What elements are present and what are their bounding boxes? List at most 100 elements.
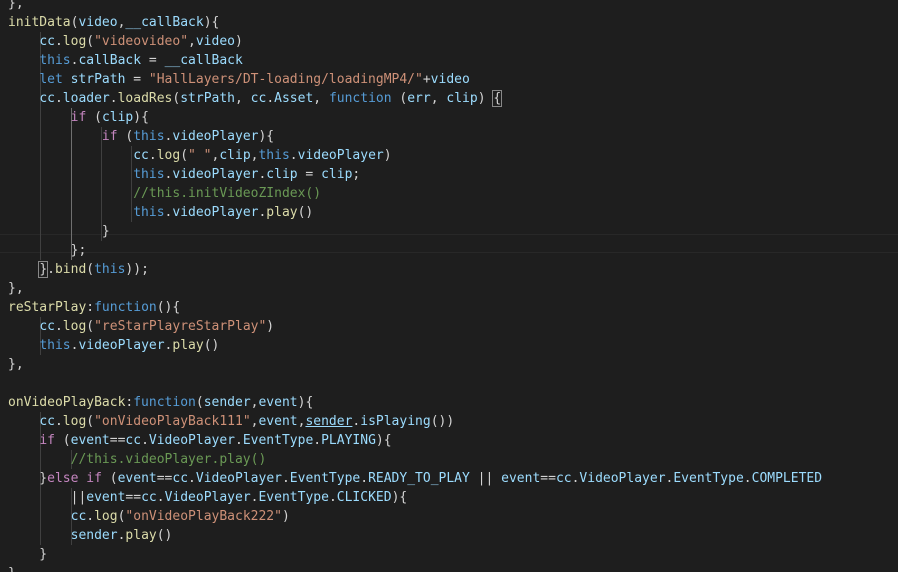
- code-token: .: [743, 471, 752, 486]
- code-line[interactable]: this.videoPlayer.play(): [8, 336, 219, 355]
- code-token: isPlaying: [360, 414, 431, 429]
- code-line[interactable]: reStarPlay:function(){: [8, 298, 180, 317]
- code-token: .: [141, 433, 149, 448]
- code-token: READY_TO_PLAY: [368, 471, 470, 486]
- code-token: sender: [305, 414, 353, 429]
- code-token: .: [313, 433, 322, 448]
- code-token: event: [258, 395, 298, 410]
- code-token: event: [501, 471, 541, 486]
- code-token: }: [8, 224, 110, 239]
- code-token: this: [39, 338, 71, 353]
- code-token: (: [391, 91, 408, 106]
- code-token: __callBack: [164, 53, 243, 68]
- code-line[interactable]: cc.loader.loadRes(strPath, cc.Asset, fun…: [8, 89, 503, 108]
- code-line[interactable]: let strPath = "HallLayers/DT-loading/loa…: [8, 70, 470, 89]
- code-token: .: [148, 148, 157, 163]
- code-token: log: [62, 34, 87, 49]
- code-token: ,: [188, 34, 196, 49]
- code-token: ){: [375, 433, 392, 448]
- code-token: (: [86, 110, 102, 125]
- code-token: callBack: [78, 53, 142, 68]
- code-line[interactable]: };: [8, 241, 87, 260]
- code-token: ,: [313, 91, 329, 106]
- code-line[interactable]: this.callBack = __callBack: [8, 51, 243, 70]
- code-token: VideoPlayer: [164, 490, 251, 505]
- matched-bracket: {: [492, 90, 503, 107]
- code-line[interactable]: //this.videoPlayer.play(): [8, 450, 267, 469]
- code-token: video: [430, 72, 470, 87]
- code-token: "onVideoPlayBack111": [94, 414, 251, 429]
- code-editor[interactable]: }, initData(video,__callBack){ cc.log("vi…: [0, 0, 898, 572]
- code-token: ||: [469, 471, 502, 486]
- code-line[interactable]: if (clip){: [8, 108, 149, 127]
- code-token: VideoPlayer: [195, 471, 282, 486]
- code-line[interactable]: //this.initVideoZIndex(): [8, 184, 321, 203]
- code-line[interactable]: if (event==cc.VideoPlayer.EventType.PLAY…: [8, 431, 392, 450]
- code-token: this: [258, 148, 290, 163]
- code-token: ){: [133, 110, 149, 125]
- code-line[interactable]: },: [8, 564, 24, 572]
- code-token: videoPlayer: [172, 167, 259, 182]
- code-token: "reStarPlayreStarPlay": [94, 319, 267, 334]
- code-line[interactable]: cc.log("onVideoPlayBack222"): [8, 507, 290, 526]
- code-token: clip: [219, 148, 251, 163]
- code-token: videoPlayer: [172, 129, 259, 144]
- code-token: event: [70, 433, 110, 448]
- code-token: ==: [540, 471, 556, 486]
- code-token: ,: [235, 91, 251, 106]
- code-token: cc: [555, 471, 572, 486]
- code-line[interactable]: },: [8, 0, 24, 13]
- code-token: ()): [430, 414, 455, 429]
- code-token: (): [297, 205, 314, 220]
- code-line[interactable]: },: [8, 355, 24, 374]
- code-token: PLAYING: [321, 433, 376, 448]
- code-line[interactable]: },: [8, 279, 24, 298]
- code-line[interactable]: this.videoPlayer.clip = clip;: [8, 165, 360, 184]
- code-line[interactable]: this.videoPlayer.play(): [8, 203, 313, 222]
- code-token: cc: [39, 319, 55, 334]
- code-line[interactable]: initData(video,__callBack){: [8, 13, 219, 32]
- code-token: initData: [8, 15, 71, 30]
- code-token: EventType: [289, 471, 361, 486]
- code-line[interactable]: if (this.videoPlayer){: [8, 127, 274, 146]
- code-line[interactable]: }else if (event==cc.VideoPlayer.EventTyp…: [8, 469, 822, 488]
- code-line[interactable]: cc.log("onVideoPlayBack111",event,sender…: [8, 412, 454, 431]
- code-line[interactable]: }: [8, 222, 110, 241]
- code-token: //this.videoPlayer.play(): [70, 452, 267, 467]
- code-token: event: [86, 490, 126, 505]
- matched-bracket: }: [38, 261, 49, 278]
- code-token: let: [39, 72, 63, 87]
- code-token: event: [117, 471, 157, 486]
- code-line[interactable]: ||event==cc.VideoPlayer.EventType.CLICKE…: [8, 488, 408, 507]
- code-token: (: [101, 471, 118, 486]
- code-token: cc: [39, 91, 55, 106]
- code-token: sender: [70, 528, 118, 543]
- code-token: ){: [203, 15, 220, 30]
- code-line[interactable]: cc.log("videovideo",video): [8, 32, 243, 51]
- code-token: .: [188, 471, 196, 486]
- code-token: ): [235, 34, 243, 49]
- code-line[interactable]: }: [8, 545, 47, 564]
- code-token: __callBack: [125, 15, 204, 30]
- code-token: if: [39, 433, 55, 448]
- code-token: =: [141, 53, 165, 68]
- code-line[interactable]: cc.log(" ",clip,this.videoPlayer): [8, 146, 391, 165]
- code-token: cc: [172, 471, 189, 486]
- code-token: function: [328, 91, 392, 106]
- code-token: function: [133, 395, 196, 410]
- code-line[interactable]: }.bind(this));: [8, 260, 149, 279]
- code-token: ){: [297, 395, 314, 410]
- code-line[interactable]: onVideoPlayBack:function(sender,event){: [8, 393, 313, 412]
- code-line[interactable]: sender.play(): [8, 526, 173, 545]
- code-token: (){: [156, 300, 181, 315]
- code-token: (: [54, 433, 71, 448]
- code-token: EventType: [242, 433, 314, 448]
- code-line[interactable]: cc.log("reStarPlayreStarPlay"): [8, 317, 274, 336]
